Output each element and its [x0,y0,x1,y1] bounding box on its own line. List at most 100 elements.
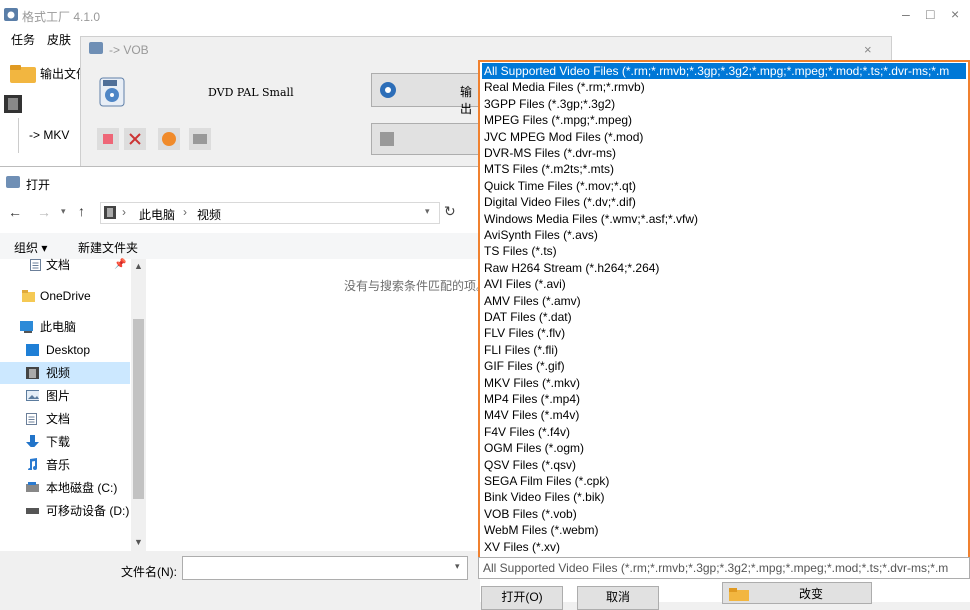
document-icon [26,413,37,425]
tree-item-local-disk-c[interactable]: 本地磁盘 (C:) [0,477,130,499]
tree-item-label: Desktop [46,343,91,357]
file-type-option[interactable]: MKV Files (*.mkv) [482,375,966,391]
menu-tasks[interactable]: 任务 [11,31,35,48]
forward-arrow-icon[interactable]: → [37,204,51,220]
file-type-option[interactable]: WebM Files (*.webm) [482,522,966,538]
vob-dialog-title: -> VOB [109,43,149,57]
video-icon [26,367,39,379]
tree-item-removable-d[interactable]: 可移动设备 (D:) [0,500,130,522]
open-dialog-title: 打开 [26,178,51,192]
tree-item-label: 文档 [46,412,71,426]
tree-item-label: 图片 [46,389,71,403]
maximize-button[interactable]: □ [926,6,934,22]
recent-chevron-icon[interactable]: ▾ [61,206,66,217]
file-type-option[interactable]: AVI Files (*.avi) [482,276,966,292]
tree-item-music[interactable]: 音乐 [0,454,130,476]
file-type-option[interactable]: OGM Files (*.ogm) [482,440,966,456]
menu-skin[interactable]: 皮肤 [47,31,71,48]
settings-icon [380,82,396,98]
file-type-option[interactable]: F4V Files (*.f4v) [482,424,966,440]
tree-scrollbar-thumb[interactable] [133,319,144,499]
file-type-option[interactable]: GIF Files (*.gif) [482,358,966,374]
vob-close-button[interactable]: × [864,42,872,57]
file-type-select[interactable]: All Supported Video Files (*.rm;*.rmvb;*… [478,557,970,579]
delete-icon[interactable] [124,128,146,150]
tree-item-label: 音乐 [46,458,71,472]
file-type-option[interactable]: Quick Time Files (*.mov;*.qt) [482,178,966,194]
minimize-button[interactable]: – [902,6,910,22]
empty-results-message: 没有与搜索条件匹配的项。 [344,279,489,293]
file-type-option[interactable]: AMV Files (*.amv) [482,293,966,309]
tree-item-documents-pinned[interactable]: 文档 📌 [0,254,130,276]
file-type-option[interactable]: MPEG Files (*.mpg;*.mpeg) [482,112,966,128]
open-dialog-logo-icon [6,176,20,188]
output-settings-button[interactable]: 输出 [371,73,483,116]
drive-icon [26,482,39,492]
file-type-option[interactable]: SEGA Film Files (*.cpk) [482,473,966,489]
tree-item-label: OneDrive [40,289,91,303]
filename-input[interactable]: ▾ [182,556,468,580]
filename-dropdown-icon[interactable]: ▾ [455,561,460,572]
back-arrow-icon[interactable]: ← [8,204,22,220]
file-type-option[interactable]: Windows Media Files (*.wmv;*.asf;*.vfw) [482,211,966,227]
file-type-option[interactable]: FLV Files (*.flv) [482,325,966,341]
file-type-option[interactable]: TS Files (*.ts) [482,243,966,259]
pin-icon[interactable]: 📌 [114,254,126,276]
desktop-icon [26,344,39,356]
output-folder-button[interactable]: 输出文件夹 [8,61,100,83]
scroll-down-icon[interactable]: ▼ [134,537,143,547]
tree-item-downloads[interactable]: 下载 [0,431,130,453]
file-type-option[interactable]: VOB Files (*.vob) [482,506,966,522]
file-type-option[interactable]: FLI Files (*.fli) [482,342,966,358]
refresh-icon[interactable]: ↻ [444,203,456,220]
breadcrumb-separator-icon: › [183,205,187,219]
cancel-button[interactable]: 取消 [577,586,659,610]
tree-item-onedrive[interactable]: OneDrive [0,285,130,307]
tree-item-label: 下载 [46,435,71,449]
file-type-option[interactable]: Digital Video Files (*.dv;*.dif) [482,194,966,210]
file-type-option[interactable]: JVC MPEG Mod Files (*.mod) [482,129,966,145]
breadcrumb-this-pc[interactable]: 此电脑 [139,206,175,223]
clear-icon[interactable] [97,128,119,150]
folder-icon [10,65,36,83]
task-item[interactable]: -> MKV [18,118,79,153]
folder-icon [729,588,749,601]
file-type-dropdown-list[interactable]: All Supported Video Files (*.rm;*.rmvb;*… [478,60,970,559]
video-folder-icon [104,206,116,219]
tree-item-videos[interactable]: 视频 [0,362,130,384]
up-arrow-icon[interactable]: ↑ [78,203,85,219]
file-type-option[interactable]: MP4 Files (*.mp4) [482,391,966,407]
file-type-option[interactable]: Real Media Files (*.rm;*.rmvb) [482,79,966,95]
address-dropdown-icon[interactable]: ▾ [425,206,430,217]
tree-item-this-pc[interactable]: 此电脑 [0,316,130,338]
open-button[interactable]: 打开(O) [481,586,563,610]
address-bar[interactable]: › 此电脑 › 视频 ▾ [100,202,440,224]
file-type-option[interactable]: AviSynth Files (*.avs) [482,227,966,243]
change-button[interactable]: 改变 [722,582,872,604]
file-type-option[interactable]: M4V Files (*.m4v) [482,407,966,423]
file-type-option[interactable]: Raw H264 Stream (*.h264;*.264) [482,260,966,276]
file-type-option[interactable]: DAT Files (*.dat) [482,309,966,325]
close-button[interactable]: × [951,6,959,22]
file-type-option[interactable]: DVR-MS Files (*.dvr-ms) [482,145,966,161]
tree-item-desktop[interactable]: Desktop [0,339,130,361]
file-type-option[interactable]: XV Files (*.xv) [482,539,966,555]
file-type-option[interactable]: Bink Video Files (*.bik) [482,489,966,505]
play-icon[interactable] [158,128,180,150]
file-type-option[interactable]: 3GPP Files (*.3gp;*.3g2) [482,96,966,112]
file-type-option[interactable]: MTS Files (*.m2ts;*.mts) [482,161,966,177]
dialog-logo-icon [89,42,103,54]
screen-icon[interactable] [189,128,211,150]
tree-item-documents[interactable]: 文档 [0,408,130,430]
computer-icon [20,321,33,333]
download-icon [26,435,39,447]
tree-item-pictures[interactable]: 图片 [0,385,130,407]
file-type-option[interactable]: All Supported Video Files (*.rm;*.rmvb;*… [482,63,966,80]
scroll-up-icon[interactable]: ▲ [134,261,143,271]
breadcrumb-videos[interactable]: 视频 [197,206,221,223]
file-type-option[interactable]: QSV Files (*.qsv) [482,457,966,473]
secondary-settings-button[interactable] [371,123,483,155]
file-list-area[interactable]: 没有与搜索条件匹配的项。 [148,259,488,551]
navigation-bar: ← → ▾ ↑ › 此电脑 › 视频 ▾ ↻ [0,197,480,229]
removable-drive-icon [26,508,39,514]
